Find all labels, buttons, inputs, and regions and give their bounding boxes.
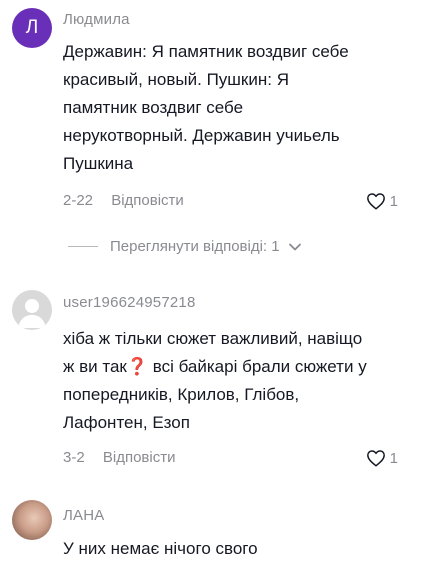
comment-username[interactable]: user196624957218	[63, 294, 196, 311]
chevron-down-icon	[288, 243, 301, 250]
comment-meta: 3-2 Відповісти	[63, 449, 175, 466]
comment-username[interactable]: ЛАНА	[63, 507, 105, 524]
avatar-letter: Л	[25, 17, 39, 38]
avatar[interactable]	[12, 500, 52, 540]
comment-date: 2-22	[63, 192, 94, 209]
heart-icon	[366, 450, 385, 467]
comment-text: У них немає нічого свого	[63, 539, 258, 558]
like-count: 1	[389, 449, 398, 467]
heart-icon	[366, 193, 385, 210]
divider-line	[68, 246, 98, 247]
like-button[interactable]: 1	[366, 192, 398, 210]
comment-date: 3-2	[63, 449, 85, 466]
comment-username[interactable]: Людмила	[63, 11, 130, 28]
avatar[interactable]: Л	[12, 8, 52, 48]
like-count: 1	[389, 192, 398, 210]
reply-button[interactable]: Відповісти	[103, 449, 176, 466]
comment-text: хіба ж тільки сюжет важливий, навіщо ж в…	[63, 329, 367, 432]
comment-text: Державин: Я памятник воздвиг себе красив…	[63, 42, 349, 173]
avatar[interactable]	[12, 290, 52, 330]
like-button[interactable]: 1	[366, 449, 398, 467]
default-user-icon	[18, 299, 46, 328]
comment-meta: 2-22 Відповісти	[63, 192, 184, 209]
view-replies-button[interactable]: Переглянути відповіді: 1	[68, 238, 302, 255]
view-replies-label: Переглянути відповіді: 1	[110, 238, 280, 255]
reply-button[interactable]: Відповісти	[111, 192, 184, 209]
